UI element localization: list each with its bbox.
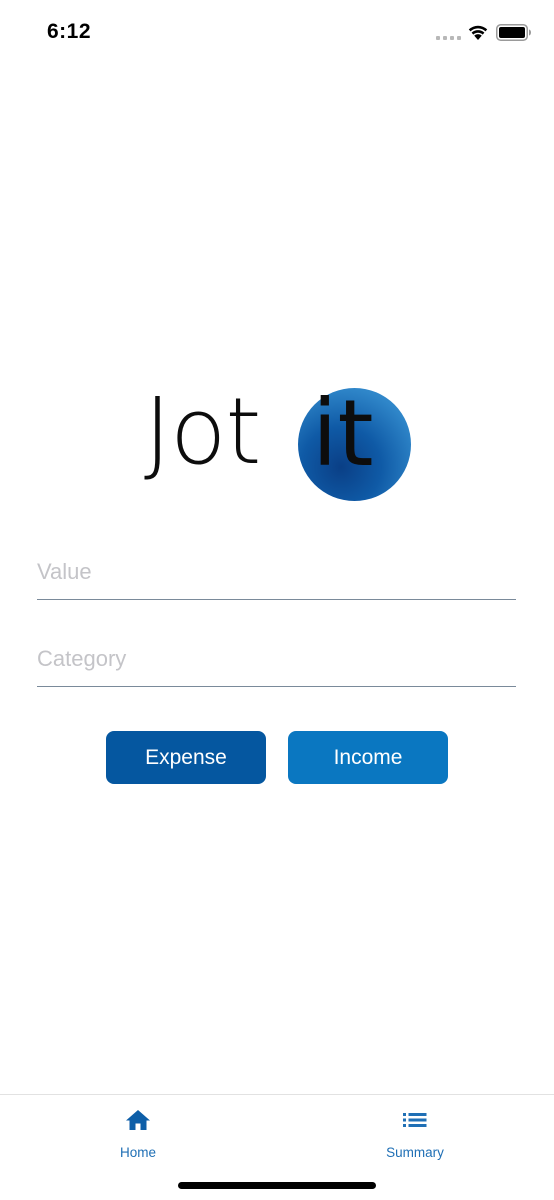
tab-summary[interactable]: Summary	[315, 1095, 515, 1175]
tab-home[interactable]: Home	[38, 1095, 238, 1175]
value-input[interactable]	[37, 544, 516, 600]
category-input[interactable]	[37, 631, 516, 687]
logo-text-it: it	[312, 380, 374, 487]
jotit-logo: Jot it	[144, 386, 414, 504]
list-icon	[403, 1113, 427, 1127]
home-indicator[interactable]	[178, 1182, 376, 1189]
signal-dots-icon	[436, 36, 461, 40]
wifi-icon	[468, 25, 488, 40]
home-icon	[126, 1110, 150, 1130]
logo-circle: it	[298, 388, 411, 501]
income-button[interactable]: Income	[288, 731, 448, 784]
expense-button[interactable]: Expense	[106, 731, 266, 784]
tab-home-label: Home	[119, 1145, 156, 1160]
battery-icon	[496, 24, 531, 41]
logo-text-jot: Jot	[144, 378, 261, 485]
app-screen: 6:12 Jot it Expense Income Ho	[0, 0, 554, 1200]
status-bar: 6:12	[0, 0, 554, 66]
tab-summary-label: Summary	[386, 1145, 444, 1160]
status-time: 6:12	[47, 20, 92, 43]
